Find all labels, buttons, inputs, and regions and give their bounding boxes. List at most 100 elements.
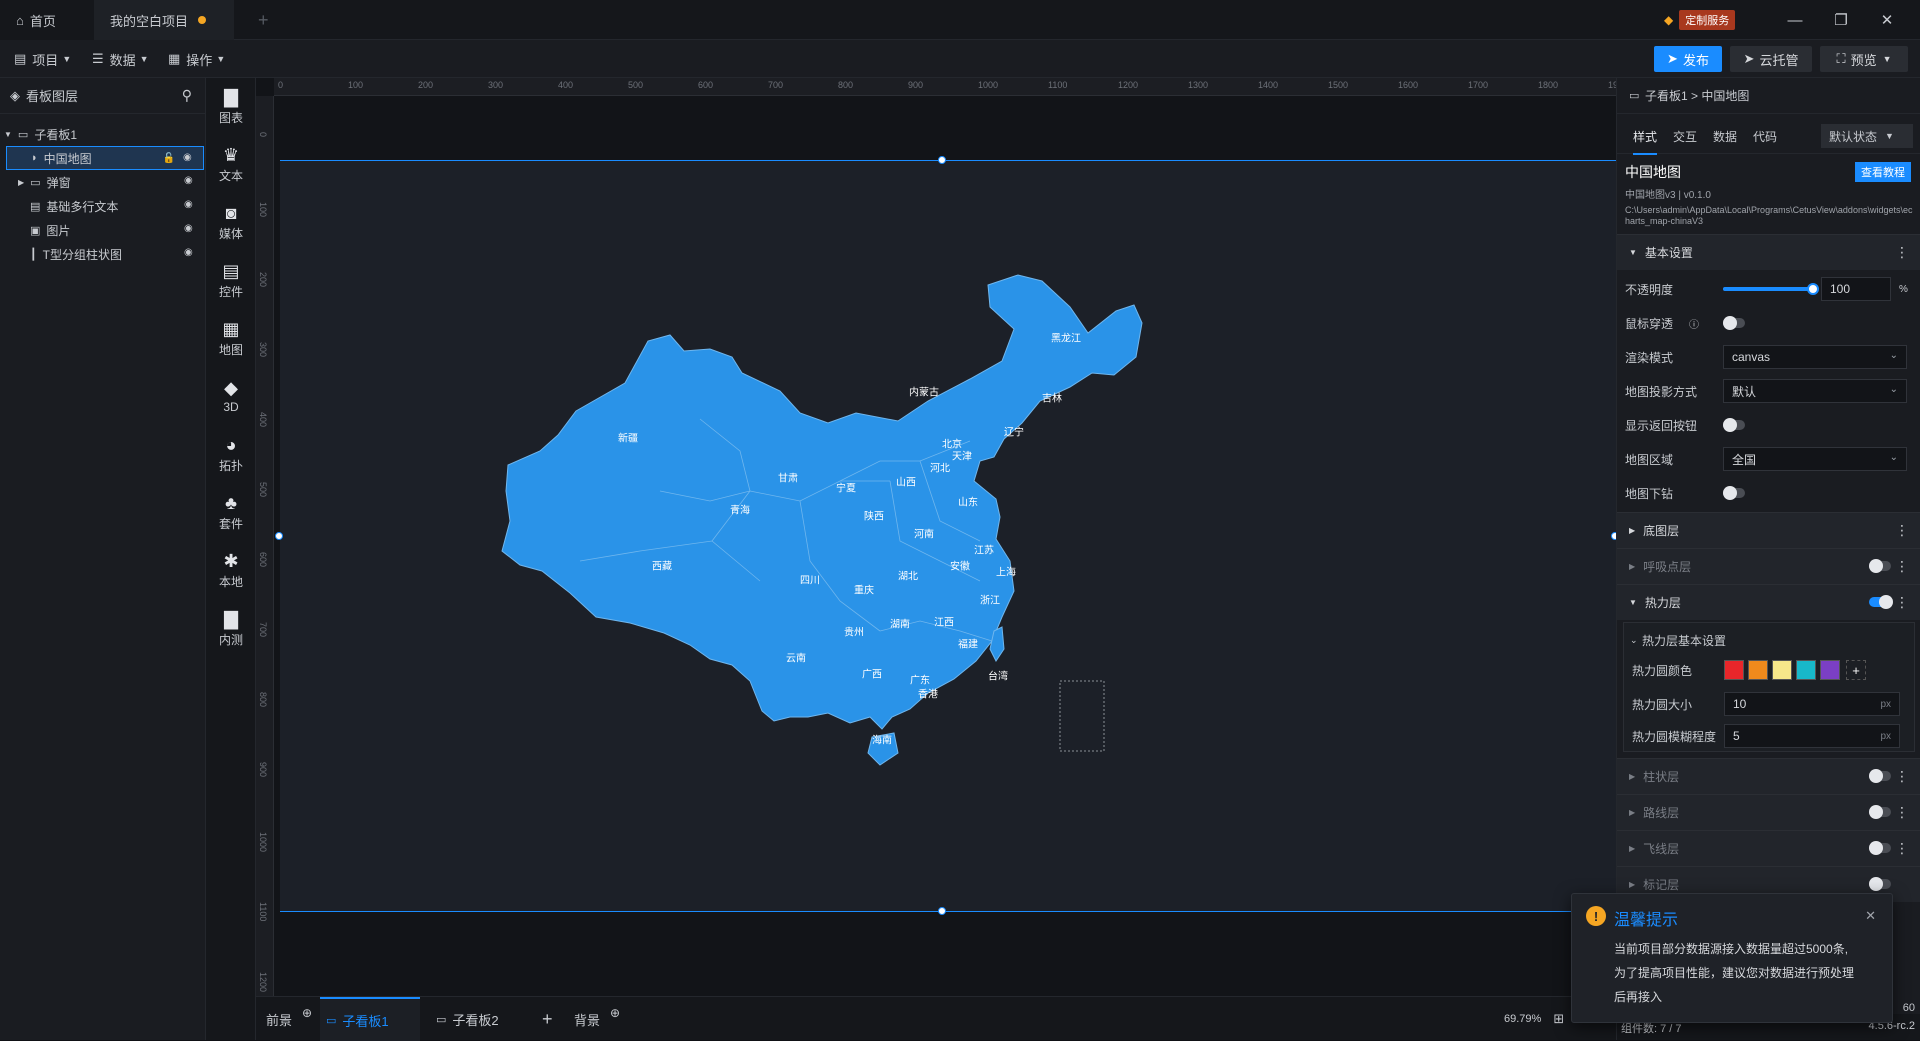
ruler-tick-label: 1600 [1398,80,1419,90]
tab-code[interactable]: 代码 [1753,128,1777,145]
comp-3d[interactable]: ◆ 3D [206,368,256,424]
more-icon[interactable]: ⋮ [1895,840,1909,857]
section-heat-layer[interactable]: ▼ 热力层 ⋮ [1617,584,1920,620]
more-icon[interactable]: ⋮ [1895,558,1909,575]
search-icon[interactable]: ⚲ [182,87,192,104]
canvas-area[interactable]: 0 100 200 300 400 500 600 700 800 900 1000 1100 1200… [256,78,1616,996]
section-route-layer[interactable]: ▶ 路线层 ⋮ [1617,794,1920,830]
comp-kit[interactable]: ♣ 套件 [206,484,256,540]
publish-label: 发布 [1682,52,1709,68]
route-toggle[interactable] [1869,805,1891,819]
opacity-slider[interactable] [1723,283,1819,295]
section-route-label: 路线层 [1643,806,1680,820]
heat-color-swatch[interactable] [1772,660,1792,680]
comp-media[interactable]: ◙ 媒体 [206,194,256,250]
more-icon[interactable]: ⋮ [1895,594,1909,611]
section-fly-layer[interactable]: ▶ 飞线层 ⋮ [1617,830,1920,866]
layer-bar-chart[interactable]: ┃ T型分组柱状图 ◉ [6,242,204,266]
close-icon[interactable]: ✕ [1865,908,1876,924]
eye-icon[interactable]: ◉ [183,152,195,164]
tab-home[interactable]: ⌂ 首页 [0,0,94,40]
tab-style[interactable]: 样式 [1633,128,1658,155]
eye-icon[interactable]: ◉ [184,247,196,259]
menu-data[interactable]: ☰ 数据 ▼ [92,40,149,78]
layer-board[interactable]: ▼ ▭ 子看板1 [4,122,202,146]
heat-basic-header[interactable]: ⌄ 热力层基本设置 [1624,623,1914,657]
heat-blur-input[interactable]: 5 px [1724,724,1900,748]
heat-color-swatch[interactable] [1820,660,1840,680]
new-tab-button[interactable]: + [242,0,285,40]
more-icon[interactable]: ⋮ [1895,522,1909,539]
ruler-tick-label: 1900 [1608,80,1616,90]
mark-toggle[interactable] [1869,877,1891,891]
comp-topology[interactable]: ◕ 拓扑 [206,426,256,482]
layer-multiline-text[interactable]: ▤ 基础多行文本 ◉ [6,194,204,218]
comp-local[interactable]: ✱ 本地 [206,542,256,598]
fly-toggle[interactable] [1869,841,1891,855]
add-circle-icon[interactable]: ⊕ [610,1006,620,1020]
lock-icon[interactable]: 🔓 [163,153,175,164]
eye-icon[interactable]: ◉ [184,199,196,211]
close-icon[interactable]: ✕ [1864,0,1910,40]
tab-interact[interactable]: 交互 [1673,128,1697,145]
tab-data[interactable]: 数据 [1713,128,1737,145]
heat-color-swatch[interactable] [1748,660,1768,680]
breath-toggle[interactable] [1869,559,1891,573]
add-board-button[interactable]: + [542,997,553,1041]
cloud-host-button[interactable]: ➤ 云托管 [1730,46,1812,72]
tab-board1[interactable]: ▭ 子看板1 [320,997,420,1041]
layer-popup[interactable]: ▶ ▭ 弹窗 ◉ [6,170,204,194]
state-select[interactable]: 默认状态 ▼ [1821,124,1913,148]
custom-service-button[interactable]: ◆ 定制服务 [1664,10,1736,30]
heat-color-swatch[interactable] [1724,660,1744,680]
drill-toggle[interactable] [1723,486,1745,500]
comp-map[interactable]: ▦ 地图 [206,310,256,366]
zoom-level[interactable]: 69.79% ⊞ [1504,997,1564,1041]
tutorial-button[interactable]: 查看教程 [1855,162,1911,182]
minimize-icon[interactable]: — [1772,0,1818,40]
eye-icon[interactable]: ◉ [184,175,196,187]
fit-screen-icon[interactable]: ⊞ [1553,1011,1564,1027]
tab-board2[interactable]: ▭ 子看板2 [430,997,528,1041]
ruler-tick-label: 700 [768,80,784,90]
layer-image[interactable]: ▣ 图片 ◉ [6,218,204,242]
section-bar-layer[interactable]: ▶ 柱状层 ⋮ [1617,758,1920,794]
more-icon[interactable]: ⋮ [1895,244,1909,261]
comp-beta[interactable]: ▇ 内测 [206,600,256,656]
comp-control[interactable]: ▤ 控件 [206,252,256,308]
tab-background[interactable]: 背景 ⊕ [574,997,620,1041]
tab-foreground[interactable]: 前景 ⊕ [266,997,312,1041]
heat-size-input[interactable]: 10 px [1724,692,1900,716]
more-icon[interactable]: ⋮ [1895,804,1909,821]
preview-button[interactable]: ⛶ 预览 ▼ [1820,46,1908,72]
bar-toggle[interactable] [1869,769,1891,783]
render-mode-select[interactable]: canvas ⌄ [1723,345,1907,369]
comp-chart[interactable]: ▇ 图表 [206,78,256,134]
comp-text[interactable]: ♛ 文本 [206,136,256,192]
section-breath-layer[interactable]: ▶ 呼吸点层 ⋮ [1617,548,1920,584]
province-label: 重庆 [854,585,874,597]
restore-icon[interactable]: ❐ [1818,0,1864,40]
layer-china-map[interactable]: ◗ 中国地图 🔓 ◉ [6,146,204,170]
bottom-bar: 前景 ⊕ ▭ 子看板1 ▭ 子看板2 + 背景 ⊕ 69.79% ⊞ [256,996,1616,1041]
board-icon: ▭ [1629,90,1640,102]
projection-select[interactable]: 默认 ⌄ [1723,379,1907,403]
opacity-input[interactable]: 100 [1821,277,1891,301]
more-icon[interactable]: ⋮ [1895,768,1909,785]
add-circle-icon[interactable]: ⊕ [302,1006,312,1020]
section-base-layer[interactable]: ▶ 底图层 ⋮ [1617,512,1920,548]
back-button-toggle[interactable] [1723,418,1745,432]
heat-toggle[interactable] [1869,595,1893,609]
add-color-button[interactable]: + [1846,660,1866,680]
publish-button[interactable]: ➤ 发布 [1654,46,1722,72]
menu-operate[interactable]: ▦ 操作 ▼ [168,40,225,78]
tab-project[interactable]: 我的空白项目 [94,0,234,40]
opacity-knob[interactable] [1807,283,1819,295]
heat-color-swatch[interactable] [1796,660,1816,680]
menu-project[interactable]: ▤ 项目 ▼ [14,40,71,78]
mouse-through-toggle[interactable] [1723,316,1745,330]
region-select[interactable]: 全国 ⌄ [1723,447,1907,471]
section-basic[interactable]: ▼ 基本设置 ⋮ [1617,234,1920,270]
china-map-widget[interactable]: 黑龙江 吉林 辽宁 内蒙古 北京 天津 河北 山西 山东 宁夏 甘肃 陕西 新疆 青海 西藏 四川 重庆 河南 江苏… [275,156,1616,915]
eye-icon[interactable]: ◉ [184,223,196,235]
